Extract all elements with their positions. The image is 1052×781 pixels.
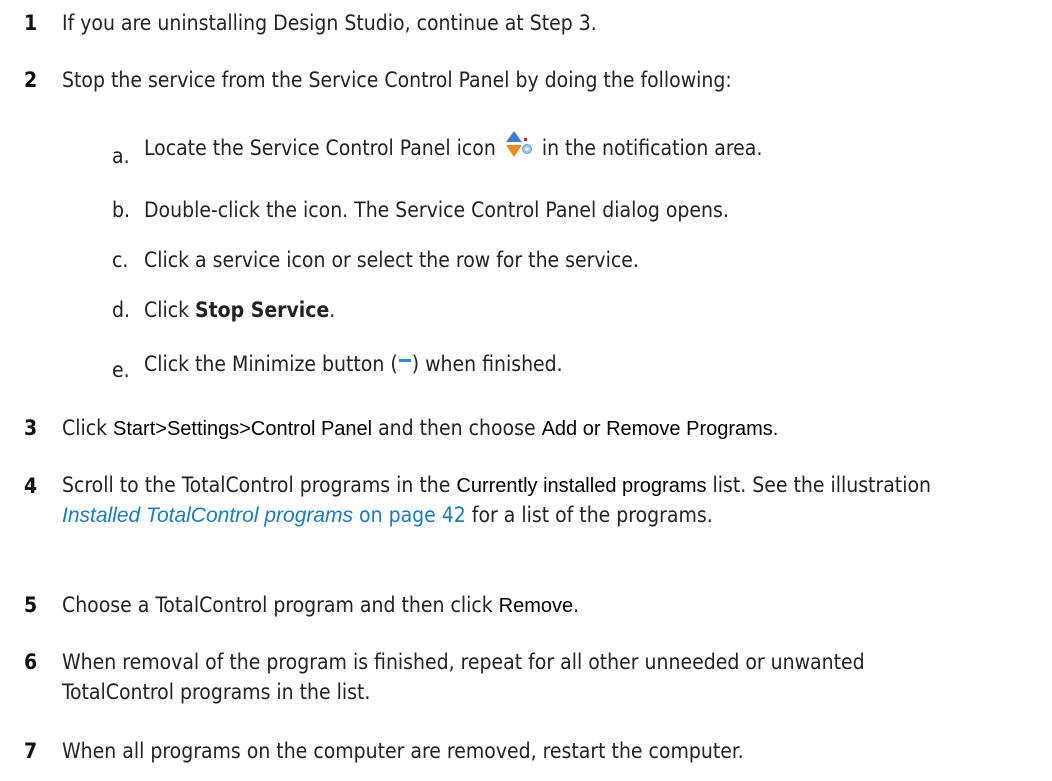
step-text: If you are uninstalling Design Studio, c… [62,11,597,35]
menu-separator: > [239,418,251,440]
step-number: 2 [24,68,38,92]
substep-letter: c. [112,248,129,272]
substep-text: Click a service icon or select the row f… [144,248,639,272]
substep-text: Locate the Service Control Panel icon in… [144,131,1024,163]
control-panel-label: Control Panel [250,418,373,440]
step-text: Stop the service from the Service Contro… [62,68,732,92]
step-text: Choose a TotalControl program and then c… [62,590,1037,621]
start-menu-label: Start [113,418,156,440]
step-number: 3 [24,416,38,440]
installed-programs-link[interactable]: Installed TotalControl programs [62,504,353,527]
substep-text-part: Locate the Service Control Panel icon [144,136,502,160]
substep-text-part: Click [144,298,196,322]
menu-separator: > [155,418,167,440]
document-page: 1 If you are uninstalling Design Studio,… [0,0,1052,781]
step-number: 5 [24,593,38,617]
service-control-panel-icon [504,131,534,159]
substep-letter: a. [112,144,130,168]
substep-letter: b. [112,198,130,222]
step-text-part: for a list of the programs. [465,503,713,527]
substep-text-part: ) when finished. [411,352,563,376]
substep-text-part: Click the Minimize button ( [144,352,398,376]
settings-menu-label: Settings [166,418,240,440]
substep-text-part: . [329,298,336,322]
substep-text: Click the Minimize button ( ) when finish… [144,347,1024,379]
stop-service-label: Stop Service [195,298,330,322]
add-remove-programs-label: Add or Remove Programs. [541,418,779,440]
step-text-part: Click [62,416,114,440]
substep-letter: e. [112,358,130,382]
step-number: 7 [24,739,38,763]
step-text: When all programs on the computer are re… [62,739,744,763]
substep-text: Click Stop Service. [144,295,1024,325]
step-text-part: and then choose [372,416,542,440]
installed-programs-list-label: Currently installed programs [456,475,707,497]
step-number: 1 [24,11,38,35]
step-text-part: list. See the illustration [706,473,931,497]
step-text-part: . [573,593,580,617]
remove-button-label: Remove [498,595,574,617]
step-text-part: Choose a TotalControl program and then c… [62,593,499,617]
step-number: 6 [24,650,38,674]
step-number: 4 [24,474,38,498]
substep-text: Double-click the icon. The Service Contr… [144,198,729,222]
step-text: Scroll to the TotalControl programs in t… [62,471,942,530]
minimize-icon [398,347,412,362]
page-reference-link[interactable]: on page 42 [353,503,466,527]
substep-text-part: in the notification area. [535,136,763,160]
step-text: When removal of the program is finished,… [62,650,865,704]
step-text: Click Start>Settings>Control Panel and t… [62,413,1037,444]
substep-letter: d. [112,298,130,322]
step-text-part: Scroll to the TotalControl programs in t… [62,473,457,497]
